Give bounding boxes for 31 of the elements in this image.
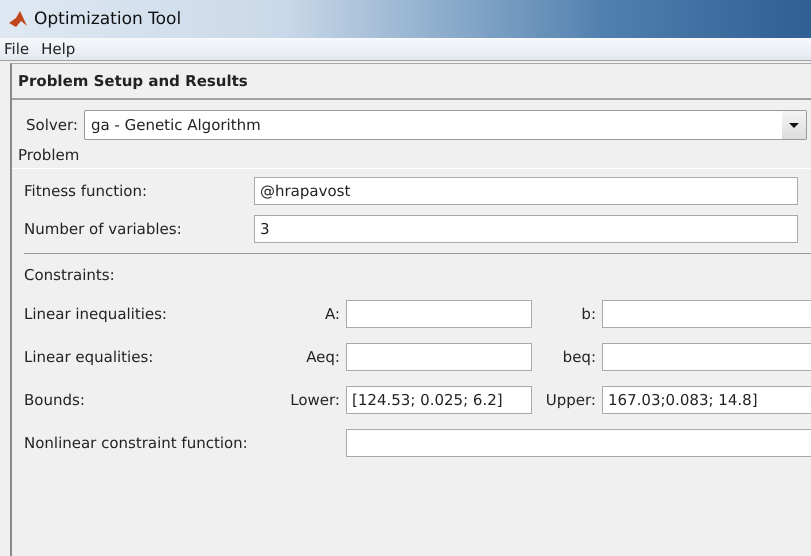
input-field[interactable] [346, 343, 532, 371]
field-label: Linear inequalities: [24, 305, 168, 323]
input-field[interactable]: @hrapavost [254, 177, 798, 205]
input-field[interactable] [346, 300, 532, 328]
solver-dropdown[interactable]: ga - Genetic Algorithm [84, 110, 807, 140]
field-label: b: [580, 305, 596, 323]
field-label: Nonlinear constraint function: [24, 434, 249, 452]
field-label: Aeq: [305, 348, 340, 366]
field-label: Lower: [289, 391, 340, 409]
menu-item[interactable]: File [2, 40, 32, 58]
app-logo-icon [8, 9, 28, 29]
field-label: Linear equalities: [24, 348, 154, 366]
input-field[interactable] [602, 300, 811, 328]
input-field[interactable] [346, 429, 811, 457]
input-field[interactable]: 167.03;0.083; 14.8] [602, 386, 811, 414]
input-field[interactable]: [124.53; 0.025; 6.2] [346, 386, 532, 414]
caret-icon [782, 111, 806, 139]
field-label: Upper: [544, 391, 596, 409]
section-title: Problem [17, 145, 80, 164]
section-title: Constraints: [24, 266, 116, 284]
field-label: Fitness function: [24, 182, 148, 200]
solver-label: Solver: [26, 116, 78, 134]
field-label: beq: [562, 348, 596, 366]
field-label: Number of variables: [24, 220, 183, 238]
panel-title: Problem Setup and Results [12, 64, 811, 100]
input-field[interactable]: 3 [254, 215, 798, 243]
menu-item[interactable]: Help [39, 40, 78, 58]
window-title: Optimization Tool [34, 9, 182, 29]
field-label: Bounds: [24, 391, 86, 409]
field-label: A: [324, 305, 340, 323]
input-field[interactable] [602, 343, 811, 371]
